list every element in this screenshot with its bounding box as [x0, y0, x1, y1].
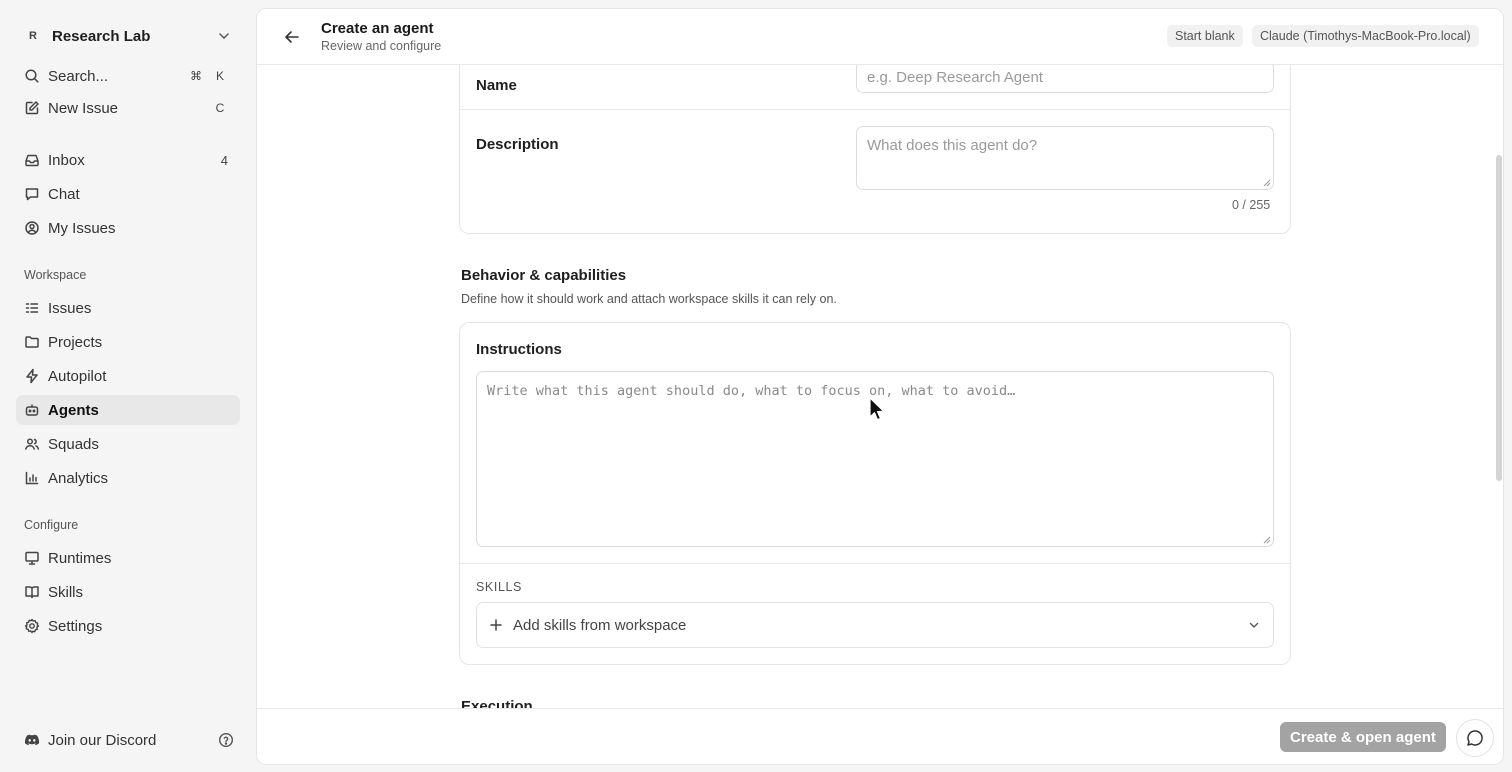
behavior-section-title: Behavior & capabilities	[461, 267, 627, 284]
description-textarea[interactable]: What does this agent do?	[856, 126, 1274, 190]
search-button[interactable]: Search... ⌘ K	[16, 61, 240, 91]
description-label: Description	[476, 136, 559, 153]
book-icon	[25, 586, 39, 599]
instructions-placeholder: Write what this agent should do, what to…	[487, 383, 1016, 399]
scrollbar-thumb[interactable]	[1496, 155, 1502, 481]
sidebar-item-issues[interactable]: Issues	[16, 293, 240, 323]
gear-icon	[24, 618, 40, 634]
users-icon	[25, 438, 40, 450]
sidebar-item-my-issues[interactable]: My Issues	[16, 213, 240, 243]
divider	[460, 109, 1290, 110]
user-circle-icon	[25, 221, 39, 235]
sidebar-item-projects[interactable]: Projects	[16, 327, 240, 357]
name-input[interactable]: e.g. Deep Research Agent	[856, 65, 1274, 93]
description-char-counter: 0 / 255	[1232, 198, 1271, 212]
back-arrow-icon[interactable]	[281, 26, 303, 48]
sidebar-item-agents[interactable]: Agents	[16, 395, 240, 425]
new-issue-button[interactable]: New Issue C	[16, 93, 240, 123]
folder-icon	[25, 336, 39, 348]
sidebar-item-chat[interactable]: Chat	[16, 179, 240, 209]
sidebar-item-autopilot[interactable]: Autopilot	[16, 361, 240, 391]
runtimes-label: Runtimes	[48, 549, 112, 567]
workspace-switcher[interactable]: R Research Lab	[16, 20, 240, 52]
identity-card: Name e.g. Deep Research Agent Descriptio…	[459, 65, 1291, 234]
settings-label: Settings	[48, 617, 103, 635]
sidebar-item-runtimes[interactable]: Runtimes	[16, 543, 240, 573]
projects-label: Projects	[48, 333, 103, 351]
sidebar-item-analytics[interactable]: Analytics	[16, 463, 240, 493]
add-skills-label: Add skills from workspace	[513, 616, 687, 634]
agents-label: Agents	[48, 401, 99, 419]
discord-label: Join our Discord	[48, 731, 157, 749]
chat-label: Chat	[48, 185, 80, 203]
sidebar-item-inbox[interactable]: Inbox 4	[16, 145, 240, 175]
page-subtitle: Review and configure	[321, 39, 442, 53]
inbox-label: Inbox	[48, 151, 85, 169]
inbox-count-badge: 4	[220, 152, 228, 168]
monitor-icon	[25, 551, 39, 565]
my-issues-label: My Issues	[48, 219, 116, 237]
page-header: Create an agent Review and configure Sta…	[257, 9, 1503, 65]
issues-label: Issues	[48, 299, 92, 317]
name-label: Name	[476, 77, 517, 94]
page-footer: Create & open agent	[257, 708, 1503, 764]
squads-label: Squads	[48, 435, 99, 453]
mouse-cursor-icon	[869, 397, 885, 421]
sidebar-item-settings[interactable]: Settings	[16, 611, 240, 641]
bar-chart-icon	[25, 471, 39, 485]
plus-icon	[490, 619, 502, 631]
autopilot-label: Autopilot	[48, 367, 107, 385]
name-placeholder: e.g. Deep Research Agent	[867, 68, 1043, 86]
divider	[460, 563, 1290, 564]
chat-bubble-icon	[1467, 730, 1483, 746]
description-placeholder: What does this agent do?	[867, 137, 1038, 154]
behavior-card: Instructions Write what this agent shoul…	[459, 322, 1291, 665]
resize-grip-icon[interactable]	[1263, 179, 1271, 187]
main-panel: Create an agent Review and configure Sta…	[256, 8, 1504, 765]
start-blank-pill[interactable]: Start blank	[1167, 25, 1243, 47]
resize-grip-icon[interactable]	[1263, 536, 1271, 544]
sidebar-item-squads[interactable]: Squads	[16, 429, 240, 459]
kbd-cmd: ⌘	[190, 69, 202, 83]
chat-icon	[25, 188, 39, 201]
inbox-icon	[25, 154, 39, 167]
behavior-section-description: Define how it should work and attach wor…	[461, 292, 837, 306]
sidebar-item-skills[interactable]: Skills	[16, 577, 240, 607]
discord-link[interactable]: Join our Discord	[16, 725, 240, 755]
help-icon[interactable]	[218, 732, 234, 748]
workspace-section-label: Workspace	[24, 268, 87, 282]
search-label: Search...	[48, 67, 109, 85]
bot-icon	[25, 404, 39, 416]
discord-icon	[24, 734, 40, 746]
instructions-label: Instructions	[476, 341, 562, 358]
kbd-c: C	[215, 101, 225, 115]
edit-icon	[25, 101, 39, 115]
add-skills-dropdown[interactable]: Add skills from workspace	[476, 602, 1274, 648]
new-issue-label: New Issue	[48, 99, 119, 117]
chat-fab-button[interactable]	[1456, 719, 1494, 757]
runtime-pill[interactable]: Claude (Timothys-MacBook-Pro.local)	[1252, 25, 1479, 47]
form-content: Name e.g. Deep Research Agent Descriptio…	[257, 65, 1503, 708]
skills-section-label: SKILLS	[476, 580, 522, 594]
analytics-label: Analytics	[48, 469, 109, 487]
execution-section-title: Execution	[461, 698, 533, 708]
sidebar: R Research Lab Search... ⌘ K New Issue C…	[0, 0, 256, 772]
issues-icon	[25, 303, 39, 313]
page-title: Create an agent	[321, 20, 434, 37]
kbd-k: K	[215, 69, 224, 83]
chevron-down-icon	[1249, 622, 1259, 628]
configure-section-label: Configure	[24, 518, 79, 532]
create-open-agent-button[interactable]: Create & open agent	[1280, 722, 1446, 752]
skills-label: Skills	[48, 583, 84, 601]
workspace-avatar: R	[29, 30, 37, 42]
lightning-icon	[26, 368, 38, 384]
search-icon	[25, 69, 39, 83]
workspace-name: Research Lab	[52, 27, 151, 45]
chevron-down-icon	[219, 33, 229, 39]
